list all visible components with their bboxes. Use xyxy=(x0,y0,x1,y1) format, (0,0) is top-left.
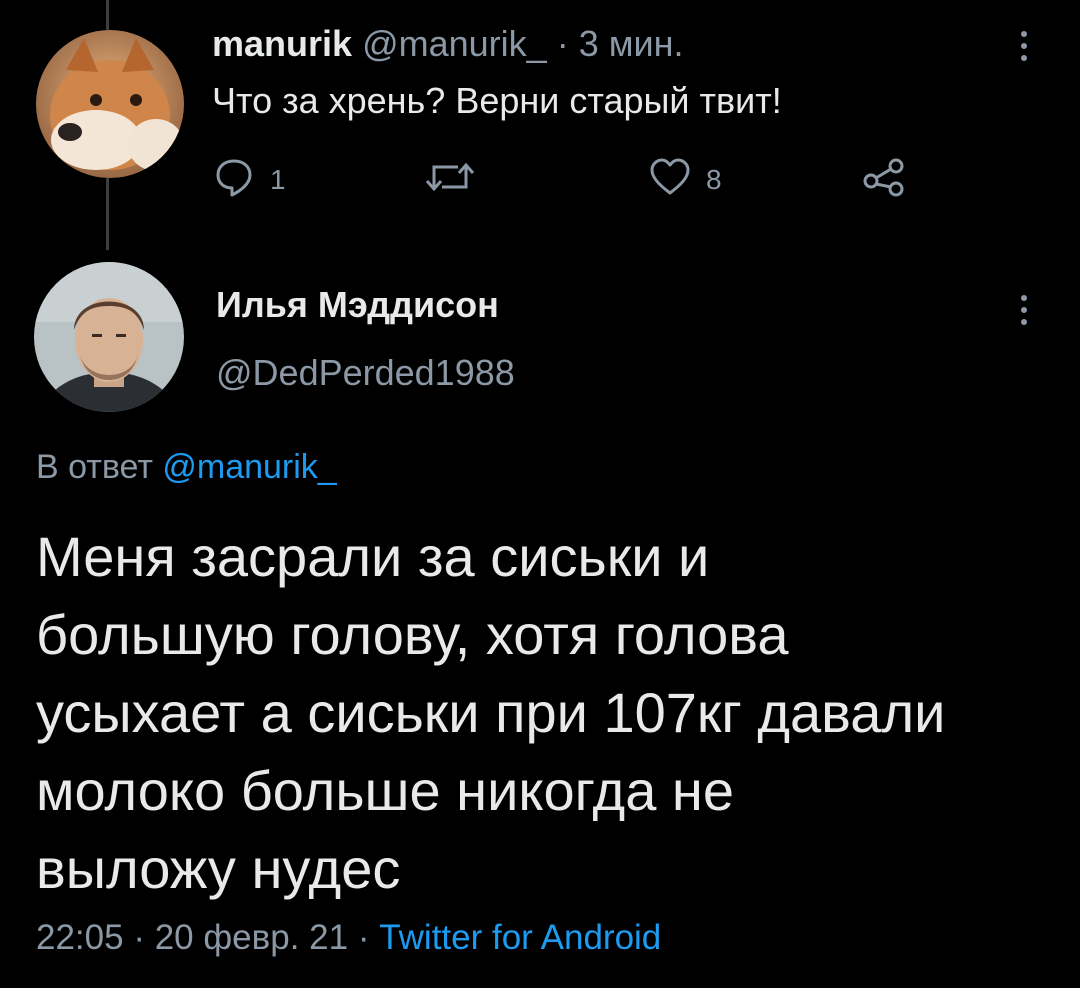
main-handle[interactable]: @DedPerded1988 xyxy=(216,352,515,394)
meta-separator: · xyxy=(357,918,370,957)
tweet-source-link[interactable]: Twitter for Android xyxy=(379,918,661,957)
thread-connector-top xyxy=(106,0,109,30)
tweet-text-line: выложу нудес xyxy=(36,837,401,900)
reply-header: manurik @manurik_ · 3 мин. xyxy=(212,22,683,66)
main-avatar[interactable] xyxy=(34,262,184,412)
share-action[interactable] xyxy=(860,158,908,202)
tweet-detail-page: manurik @manurik_ · 3 мин. Что за хрень?… xyxy=(0,0,1080,988)
retweet-icon xyxy=(422,155,478,206)
tweet-meta: 22:05 · 20 февр. 21 · Twitter for Androi… xyxy=(36,918,661,958)
more-vertical-icon[interactable] xyxy=(1012,26,1036,66)
reply-action[interactable]: 1 xyxy=(212,158,286,202)
reply-icon xyxy=(212,155,256,206)
main-display-name[interactable]: Илья Мэддисон xyxy=(216,284,499,326)
main-tweet-text: Меня засрали за сиськи и большую голову,… xyxy=(36,518,1056,908)
tweet-text-line: Меня засрали за сиськи и xyxy=(36,525,710,588)
like-count: 8 xyxy=(706,164,722,195)
replying-prefix: В ответ xyxy=(36,448,153,486)
tweet-text-line: большую голову, хотя голова xyxy=(36,603,789,666)
reply-timestamp[interactable]: 3 мин. xyxy=(579,23,684,64)
heart-icon xyxy=(648,155,692,206)
reply-avatar[interactable] xyxy=(36,30,184,178)
replying-mention-link[interactable]: @manurik_ xyxy=(162,448,336,486)
tweet-time: 22:05 xyxy=(36,918,124,957)
tweet-text-line: молоко больше никогда не xyxy=(36,759,735,822)
reply-handle[interactable]: @manurik_ xyxy=(362,23,547,64)
like-action[interactable]: 8 xyxy=(648,158,722,202)
reply-tweet-text: Что за хрень? Верни старый твит! xyxy=(212,80,782,121)
tweet-date: 20 февр. 21 xyxy=(154,918,349,957)
meta-separator: · xyxy=(133,918,145,957)
share-icon xyxy=(860,155,908,206)
main-more-vertical-icon[interactable] xyxy=(1012,290,1036,330)
tweet-text-line: усыхает а сиськи при 107кг давали xyxy=(36,681,946,744)
reply-separator: · xyxy=(556,23,569,64)
thread-connector xyxy=(106,178,109,250)
retweet-action[interactable] xyxy=(422,158,492,202)
reply-count: 1 xyxy=(270,164,286,195)
replying-to: В ответ @manurik_ xyxy=(36,448,337,487)
reply-display-name[interactable]: manurik xyxy=(212,23,352,64)
